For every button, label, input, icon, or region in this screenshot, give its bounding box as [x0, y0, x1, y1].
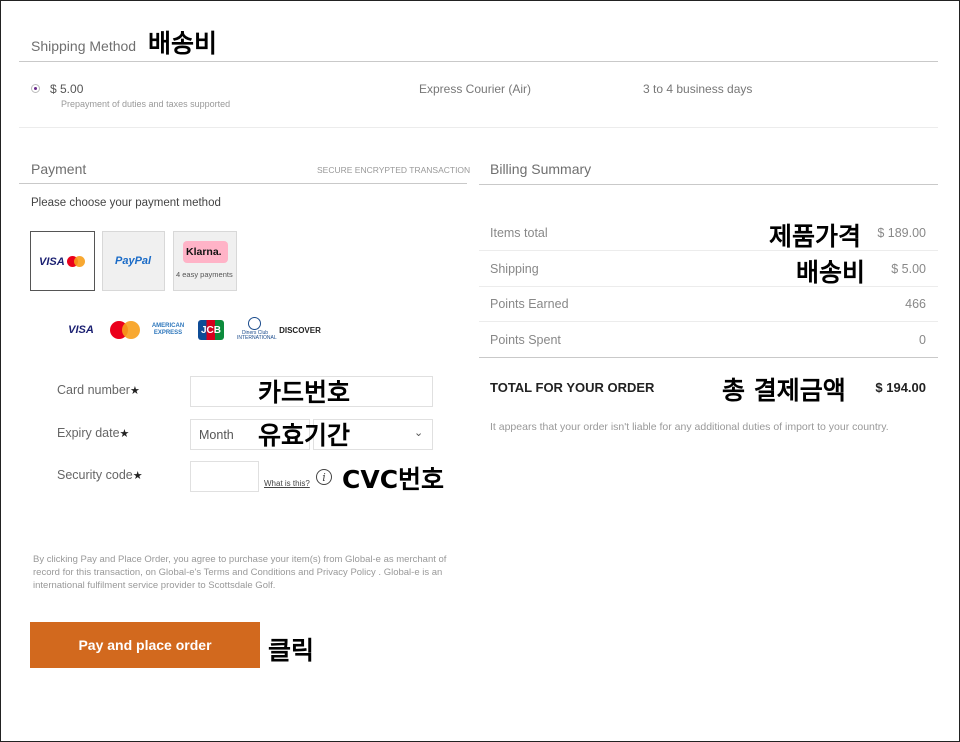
secure-transaction-label: SECURE ENCRYPTED TRANSACTION	[317, 165, 471, 175]
card-number-label-text: Card number	[57, 383, 130, 397]
legal-text: By clicking Pay and Place Order, you agr…	[33, 553, 458, 592]
annotation-shipping: 배송비	[796, 258, 866, 287]
diners-club-icon	[248, 317, 261, 330]
billing-row-divider	[479, 286, 938, 287]
annotation-card-number: 카드번호	[258, 378, 351, 407]
payment-divider	[19, 183, 467, 184]
billing-row-divider	[479, 321, 938, 322]
annotation-total-payment: 총 결제금액	[722, 376, 846, 405]
points-spent-label: Points Spent	[490, 333, 561, 347]
duties-notice: It appears that your order isn't liable …	[490, 421, 889, 433]
payment-method-klarna[interactable]: Klarna. 4 easy payments	[173, 231, 237, 291]
required-mark: ★	[129, 385, 140, 397]
shipping-carrier: Express Courier (Air)	[419, 82, 532, 96]
legal-and: and	[298, 567, 315, 578]
billing-divider	[479, 184, 938, 185]
diners-club-logo: Diners Club INTERNATIONAL	[237, 316, 277, 344]
what-is-this-link[interactable]: What is this?	[264, 479, 310, 488]
billing-total-divider	[479, 357, 938, 358]
points-earned-label: Points Earned	[490, 297, 569, 311]
card-number-label: Card number★	[57, 383, 140, 397]
annotation-shipping-fee: 배송비	[148, 29, 218, 58]
expiry-label-text: Expiry date	[57, 426, 120, 440]
annotation-expiry: 유효기간	[258, 421, 351, 450]
visa-logo: VISA	[39, 256, 65, 268]
visa-card-logo: VISA	[68, 324, 94, 336]
jcb-logo: JCB	[198, 320, 224, 340]
diners-club-text: Diners Club INTERNATIONAL	[237, 330, 277, 341]
shipping-option-note: Prepayment of duties and taxes supported	[61, 99, 231, 109]
klarna-subtext: 4 easy payments	[176, 270, 233, 279]
amex-logo: AMERICAN EXPRESS	[151, 323, 185, 336]
pay-and-place-order-button[interactable]: Pay and place order	[30, 622, 260, 668]
expiry-month-value: Month	[199, 428, 234, 442]
paypal-logo: PayPal	[115, 255, 152, 267]
security-code-label: Security code★	[57, 468, 143, 482]
payment-choose-label: Please choose your payment method	[31, 197, 221, 209]
security-code-label-text: Security code	[57, 468, 133, 482]
shipping-label: Shipping	[490, 262, 539, 276]
expiry-label: Expiry date★	[57, 426, 129, 440]
security-code-input[interactable]	[190, 461, 259, 492]
annotation-click: 클릭	[268, 636, 315, 665]
shipping-divider	[19, 61, 938, 62]
privacy-link[interactable]: Privacy Policy	[317, 567, 376, 578]
payment-title: Payment	[31, 161, 87, 177]
items-total-label: Items total	[490, 226, 548, 240]
billing-summary-title: Billing Summary	[490, 161, 592, 177]
shipping-option-radio[interactable]	[31, 84, 40, 93]
shipping-method-title: Shipping Method	[31, 38, 137, 54]
mastercard-logo-orange	[122, 321, 140, 339]
required-mark: ★	[132, 470, 143, 482]
shipping-option-price: $ 5.00	[50, 82, 84, 96]
points-earned-value: 466	[905, 297, 926, 311]
shipping-eta: 3 to 4 business days	[643, 82, 753, 96]
payment-method-visa[interactable]: VISA	[30, 231, 95, 291]
annotation-product-price: 제품가격	[769, 222, 862, 251]
points-spent-value: 0	[919, 333, 926, 347]
payment-method-paypal[interactable]: PayPal	[102, 231, 165, 291]
billing-row-divider	[479, 250, 938, 251]
mastercard-icon-2	[74, 256, 85, 267]
shipping-bottom-divider	[19, 127, 938, 128]
annotation-cvc: CVC번호	[342, 465, 445, 494]
terms-link[interactable]: Terms and Conditions	[204, 567, 296, 578]
order-total-value: $ 194.00	[875, 380, 926, 395]
required-mark: ★	[119, 428, 130, 440]
chevron-down-icon: ⌄	[414, 427, 424, 439]
order-total-label: TOTAL FOR YOUR ORDER	[490, 380, 655, 395]
klarna-logo: Klarna.	[186, 246, 222, 258]
discover-logo: DISCOVER	[279, 325, 321, 335]
info-icon[interactable]: i	[316, 469, 332, 485]
